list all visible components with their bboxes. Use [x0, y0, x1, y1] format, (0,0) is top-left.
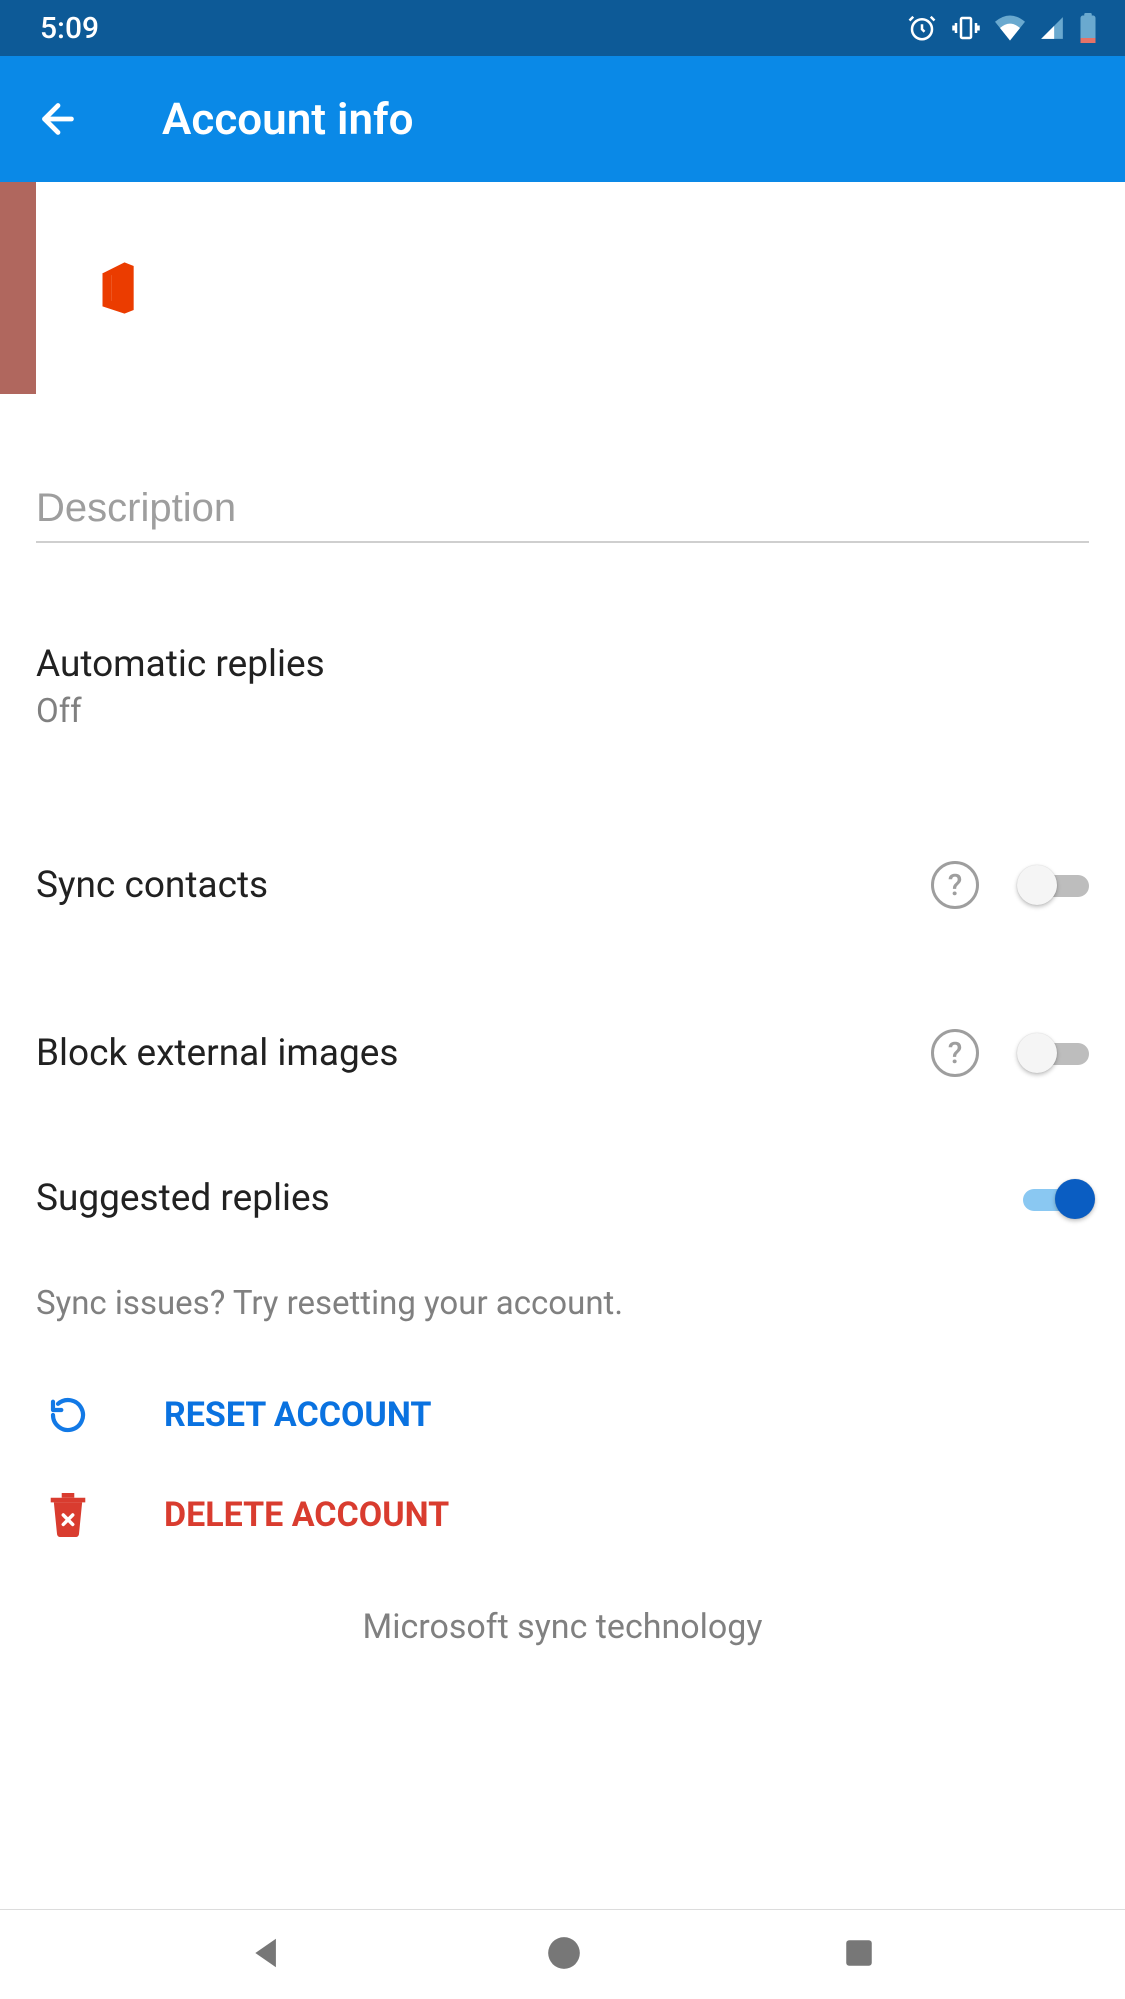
nav-recent-button[interactable]	[842, 1936, 876, 1974]
office-icon	[97, 262, 141, 314]
account-email: amiadmin@deltaconstructors.net	[202, 287, 708, 327]
battery-icon	[1079, 13, 1097, 43]
automatic-replies-value: Off	[36, 692, 1089, 731]
sync-contacts-help-button[interactable]: ?	[931, 861, 979, 909]
avatar	[72, 241, 166, 335]
block-external-images-help-button[interactable]: ?	[931, 1029, 979, 1077]
delete-account-button[interactable]: DELETE ACCOUNT	[36, 1493, 1089, 1537]
delete-icon	[46, 1493, 90, 1537]
help-icon: ?	[948, 1036, 963, 1071]
nav-home-button[interactable]	[545, 1934, 583, 1976]
status-time: 5:09	[40, 11, 99, 46]
nav-back-icon	[249, 1934, 287, 1972]
suggested-replies-row: Suggested replies	[36, 1177, 1089, 1220]
sync-tech-footer: Microsoft sync technology	[36, 1607, 1089, 1647]
app-bar: Account info	[0, 56, 1125, 182]
description-input[interactable]	[36, 472, 1089, 543]
block-external-images-row: Block external images ?	[36, 1029, 1089, 1077]
status-bar: 5:09	[0, 0, 1125, 56]
nav-back-button[interactable]	[249, 1934, 287, 1976]
sync-contacts-toggle[interactable]	[1017, 865, 1089, 905]
nav-recent-icon	[842, 1936, 876, 1970]
delete-account-label: DELETE ACCOUNT	[164, 1495, 449, 1535]
reset-account-label: RESET ACCOUNT	[164, 1395, 431, 1435]
help-icon: ?	[948, 868, 963, 903]
cellular-icon	[1039, 15, 1065, 41]
reset-account-button[interactable]: RESET ACCOUNT	[36, 1393, 1089, 1437]
block-external-images-title: Block external images	[36, 1032, 931, 1075]
suggested-replies-toggle[interactable]	[1017, 1179, 1089, 1219]
settings-content: Automatic replies Off Sync contacts ? Bl…	[0, 394, 1125, 1909]
wifi-icon	[995, 15, 1025, 41]
vibrate-icon	[951, 13, 981, 43]
account-service: Office 365	[202, 250, 708, 283]
suggested-replies-title: Suggested replies	[36, 1177, 1017, 1220]
nav-home-icon	[545, 1934, 583, 1972]
back-button[interactable]	[34, 95, 82, 143]
page-title: Account info	[162, 93, 414, 145]
status-icons	[907, 13, 1097, 43]
alarm-icon	[907, 13, 937, 43]
android-nav-bar	[0, 1909, 1125, 1999]
automatic-replies-title: Automatic replies	[36, 643, 1089, 686]
sync-hint: Sync issues? Try resetting your account.	[36, 1284, 1089, 1323]
sync-contacts-title: Sync contacts	[36, 864, 931, 907]
account-header: Office 365 amiadmin@deltaconstructors.ne…	[0, 182, 1125, 394]
automatic-replies-row[interactable]: Automatic replies Off	[36, 643, 1089, 731]
sync-contacts-row: Sync contacts ?	[36, 861, 1089, 909]
block-external-images-toggle[interactable]	[1017, 1033, 1089, 1073]
reset-icon	[46, 1393, 90, 1437]
arrow-back-icon	[35, 96, 81, 142]
